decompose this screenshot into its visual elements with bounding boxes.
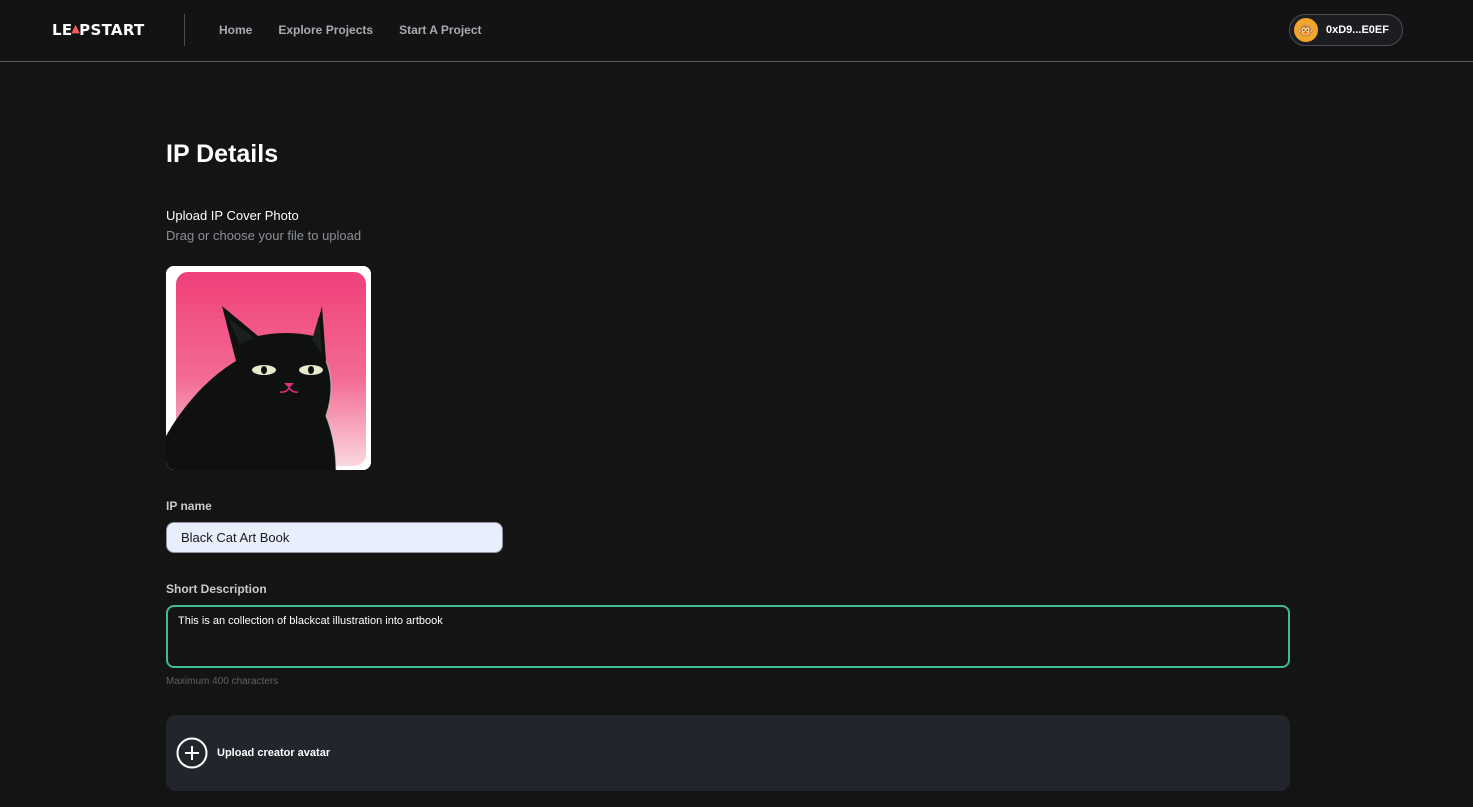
upload-creator-avatar-label: Upload creator avatar: [217, 747, 331, 759]
wallet-address: 0xD9...E0EF: [1326, 24, 1389, 36]
description-char-limit-hint: Maximum 400 characters: [166, 676, 279, 687]
leapstart-logo[interactable]: LE▲PSTART: [52, 21, 145, 39]
upload-creator-avatar-button[interactable]: Upload creator avatar: [166, 715, 1290, 791]
ip-name-label: IP name: [166, 499, 212, 513]
cover-photo-preview[interactable]: [166, 266, 371, 470]
black-cat-cover-image: [166, 266, 371, 470]
nav-explore-projects-link[interactable]: Explore Projects: [278, 23, 373, 37]
main-nav: Home Explore Projects Start A Project: [219, 23, 482, 37]
page-title: IP Details: [166, 140, 279, 168]
ip-name-input[interactable]: [166, 522, 503, 553]
nav-divider: [184, 14, 185, 46]
nav-start-project-link[interactable]: Start A Project: [399, 23, 481, 37]
nav-home-link[interactable]: Home: [219, 23, 252, 37]
logo-text-suffix: PSTART: [79, 21, 145, 39]
wallet-button[interactable]: 🐵 0xD9...E0EF: [1289, 14, 1403, 46]
logo-accent-icon: ▲: [71, 22, 81, 35]
top-navbar: LE▲PSTART Home Explore Projects Start A …: [0, 0, 1473, 62]
plus-circle-icon: [176, 737, 208, 769]
short-description-textarea[interactable]: This is an collection of blackcat illust…: [166, 605, 1290, 668]
logo-text-prefix: LE: [52, 21, 73, 39]
cover-upload-hint: Drag or choose your file to upload: [166, 228, 362, 243]
cover-upload-label: Upload IP Cover Photo: [166, 208, 299, 223]
wallet-avatar-icon: 🐵: [1294, 18, 1318, 42]
short-description-label: Short Description: [166, 582, 267, 596]
